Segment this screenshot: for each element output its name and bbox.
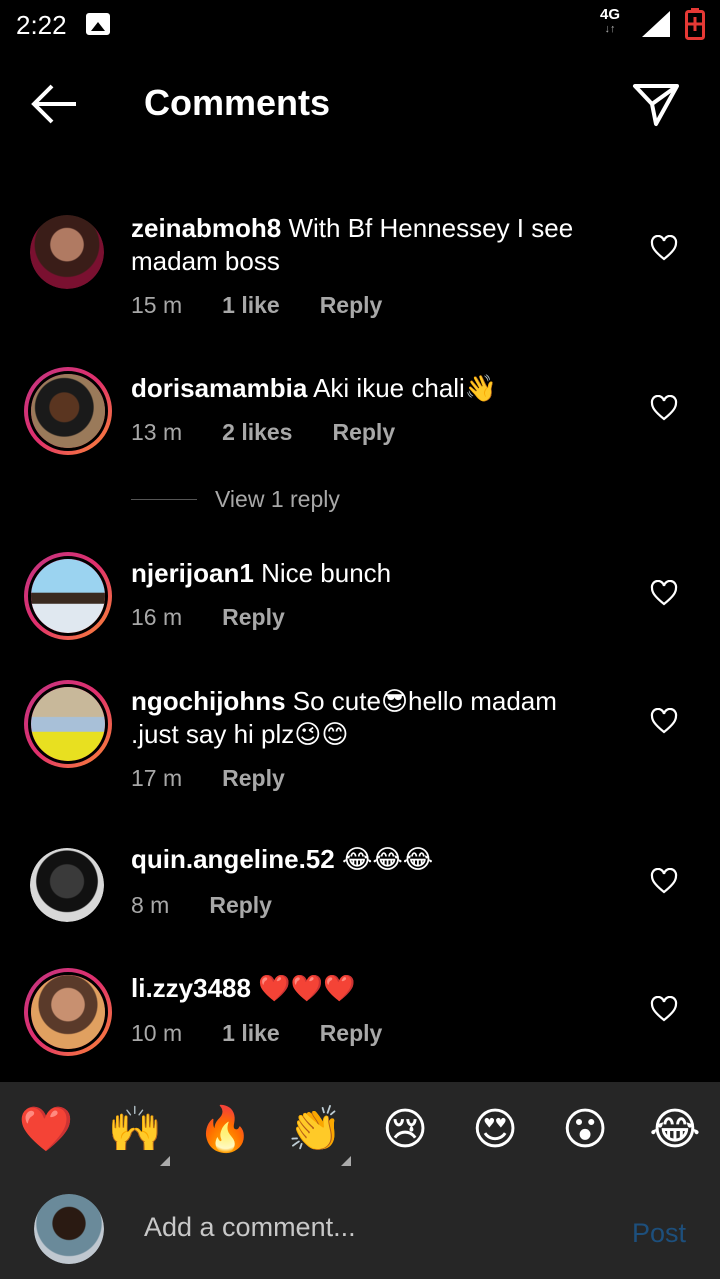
divider-line: [131, 499, 197, 500]
comment-text: dorisamambia Aki ikue chali👋: [131, 372, 611, 405]
comment-meta: 16 m Reply: [131, 604, 285, 631]
comment-time: 10 m: [131, 1020, 183, 1046]
comment-text: ngochijohns So cute😎hello madam .just sa…: [131, 685, 611, 751]
emoji-heart[interactable]: ❤️: [18, 1102, 74, 1158]
network-type: 4G ↓↑: [600, 6, 621, 36]
comment-meta: 13 m 2 likes Reply: [131, 419, 395, 446]
heart-icon[interactable]: [650, 580, 678, 606]
battery-icon: [685, 8, 705, 40]
image-notification-icon: [86, 13, 110, 35]
header: Comments: [0, 60, 720, 150]
network-label: 4G: [600, 6, 621, 23]
like-count[interactable]: 2 likes: [222, 419, 292, 446]
comment-time: 15 m: [131, 292, 183, 318]
emoji-heart-eyes[interactable]: 😍: [467, 1102, 523, 1158]
comment-meta: 15 m 1 like Reply: [131, 292, 382, 319]
back-arrow-icon[interactable]: [30, 82, 80, 126]
data-arrows-icon: ↓↑: [604, 23, 616, 35]
heart-icon[interactable]: [650, 996, 678, 1022]
comment-input-bar: Post: [0, 1182, 720, 1279]
reply-button[interactable]: Reply: [222, 765, 285, 792]
reply-button[interactable]: Reply: [320, 292, 383, 319]
comment-meta: 10 m 1 like Reply: [131, 1020, 382, 1047]
comment-username[interactable]: zeinabmoh8: [131, 213, 281, 243]
comment-meta: 17 m Reply: [131, 765, 285, 792]
page-title: Comments: [144, 82, 331, 123]
comment-text: zeinabmoh8 With Bf Hennessey I see madam…: [131, 212, 611, 278]
comment-body: 😂😂😂: [341, 844, 434, 874]
like-count[interactable]: 1 like: [222, 292, 280, 319]
comment-username[interactable]: njerijoan1: [131, 558, 254, 588]
emoji-surprised[interactable]: 😮: [557, 1102, 613, 1158]
heart-icon[interactable]: [650, 868, 678, 894]
comment-text: njerijoan1 Nice bunch: [131, 557, 611, 590]
send-icon[interactable]: [632, 82, 680, 128]
emoji-quick-bar: ❤️ 🙌 🔥 👏 😢 😍 😮 😂: [0, 1082, 720, 1182]
comment-username[interactable]: dorisamambia: [131, 373, 307, 403]
comment-body: Nice bunch: [261, 558, 392, 588]
skin-tone-indicator-icon: [341, 1156, 351, 1166]
comment-text: quin.angeline.52 😂😂😂: [131, 843, 611, 876]
avatar-story-ring[interactable]: [24, 968, 112, 1056]
heart-icon[interactable]: [650, 395, 678, 421]
view-replies[interactable]: View 1 reply: [131, 486, 340, 513]
user-avatar: [34, 1194, 104, 1264]
comment-time: 13 m: [131, 419, 183, 445]
view-replies-label[interactable]: View 1 reply: [215, 486, 340, 513]
comment-username[interactable]: ngochijohns: [131, 686, 286, 716]
reply-button[interactable]: Reply: [332, 419, 395, 446]
comment-time: 17 m: [131, 765, 183, 791]
heart-icon[interactable]: [650, 708, 678, 734]
signal-icon: [642, 11, 670, 37]
status-time: 2:22: [16, 10, 67, 40]
reply-button[interactable]: Reply: [209, 892, 272, 919]
comment-username[interactable]: quin.angeline.52: [131, 844, 335, 874]
emoji-crying[interactable]: 😢: [377, 1102, 433, 1158]
avatar-story-ring[interactable]: [24, 680, 112, 768]
emoji-clapping[interactable]: 👏: [287, 1102, 343, 1158]
reply-button[interactable]: Reply: [222, 604, 285, 631]
comment-time: 8 m: [131, 892, 170, 918]
comment-body: ❤️❤️❤️: [258, 973, 356, 1003]
comment-meta: 8 m Reply: [131, 892, 272, 919]
post-button[interactable]: Post: [632, 1218, 686, 1249]
comment-body: Aki ikue chali👋: [313, 373, 498, 403]
emoji-tears-of-joy[interactable]: 😂: [647, 1102, 703, 1158]
comment-input[interactable]: [144, 1212, 594, 1243]
comment-text: li.zzy3488 ❤️❤️❤️: [131, 972, 611, 1005]
skin-tone-indicator-icon: [160, 1156, 170, 1166]
emoji-raised-hands[interactable]: 🙌: [107, 1102, 163, 1158]
status-bar: 2:22 4G ↓↑: [0, 0, 720, 50]
heart-icon[interactable]: [650, 235, 678, 261]
avatar-story-ring[interactable]: [24, 552, 112, 640]
like-count[interactable]: 1 like: [222, 1020, 280, 1047]
comment-username[interactable]: li.zzy3488: [131, 973, 251, 1003]
comment-time: 16 m: [131, 604, 183, 630]
avatar-story-ring[interactable]: [24, 367, 112, 455]
avatar[interactable]: [30, 215, 104, 289]
emoji-fire[interactable]: 🔥: [197, 1102, 253, 1158]
avatar[interactable]: [30, 848, 104, 922]
reply-button[interactable]: Reply: [320, 1020, 383, 1047]
